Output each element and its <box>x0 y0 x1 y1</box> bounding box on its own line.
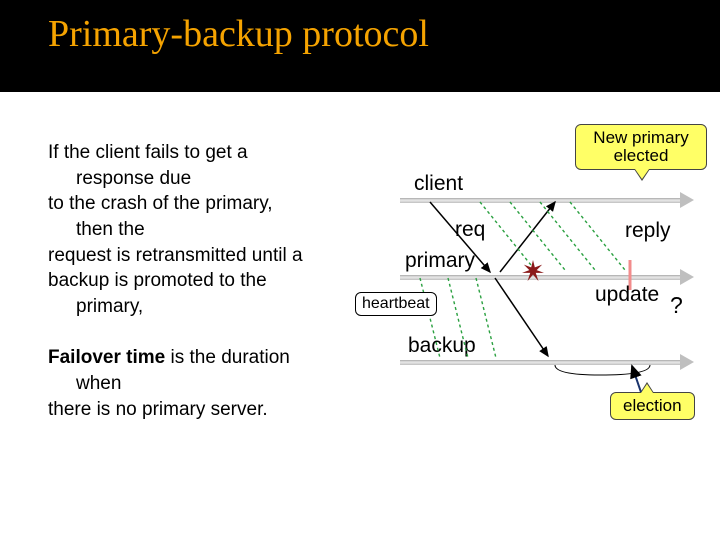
callout-election: election <box>610 392 695 420</box>
page-title: Primary-backup protocol <box>0 0 720 56</box>
callout-text: election <box>623 396 682 415</box>
text-line: when <box>48 371 378 397</box>
para-2: Failover time is the duration when there… <box>48 345 378 422</box>
explanatory-text: If the client fails to get a response du… <box>48 140 378 448</box>
label-update: update <box>595 283 659 307</box>
box-heartbeat: heartbeat <box>355 292 437 316</box>
text-line: is the duration <box>165 347 290 368</box>
sequence-diagram: New primary elected client primary backu… <box>400 140 710 440</box>
label-reply: reply <box>625 219 671 243</box>
text-line: backup is promoted to the <box>48 270 267 291</box>
text-line: to the crash of the primary, <box>48 193 273 214</box>
text-line: there is no primary server. <box>48 399 268 420</box>
callout-tail-icon <box>641 384 653 393</box>
text-bold: Failover time <box>48 347 165 368</box>
crash-icon <box>522 260 544 282</box>
para-1: If the client fails to get a response du… <box>48 140 378 319</box>
text-line: request is retransmitted until a <box>48 245 303 266</box>
text-line: response due <box>48 166 378 192</box>
title-band: Primary-backup protocol <box>0 0 720 92</box>
label-qmark: ? <box>670 292 683 319</box>
text-line: primary, <box>48 294 378 320</box>
label-req: req <box>455 218 485 242</box>
text-line: If the client fails to get a <box>48 142 248 163</box>
box-text: heartbeat <box>362 295 430 312</box>
text-line: then the <box>48 217 378 243</box>
